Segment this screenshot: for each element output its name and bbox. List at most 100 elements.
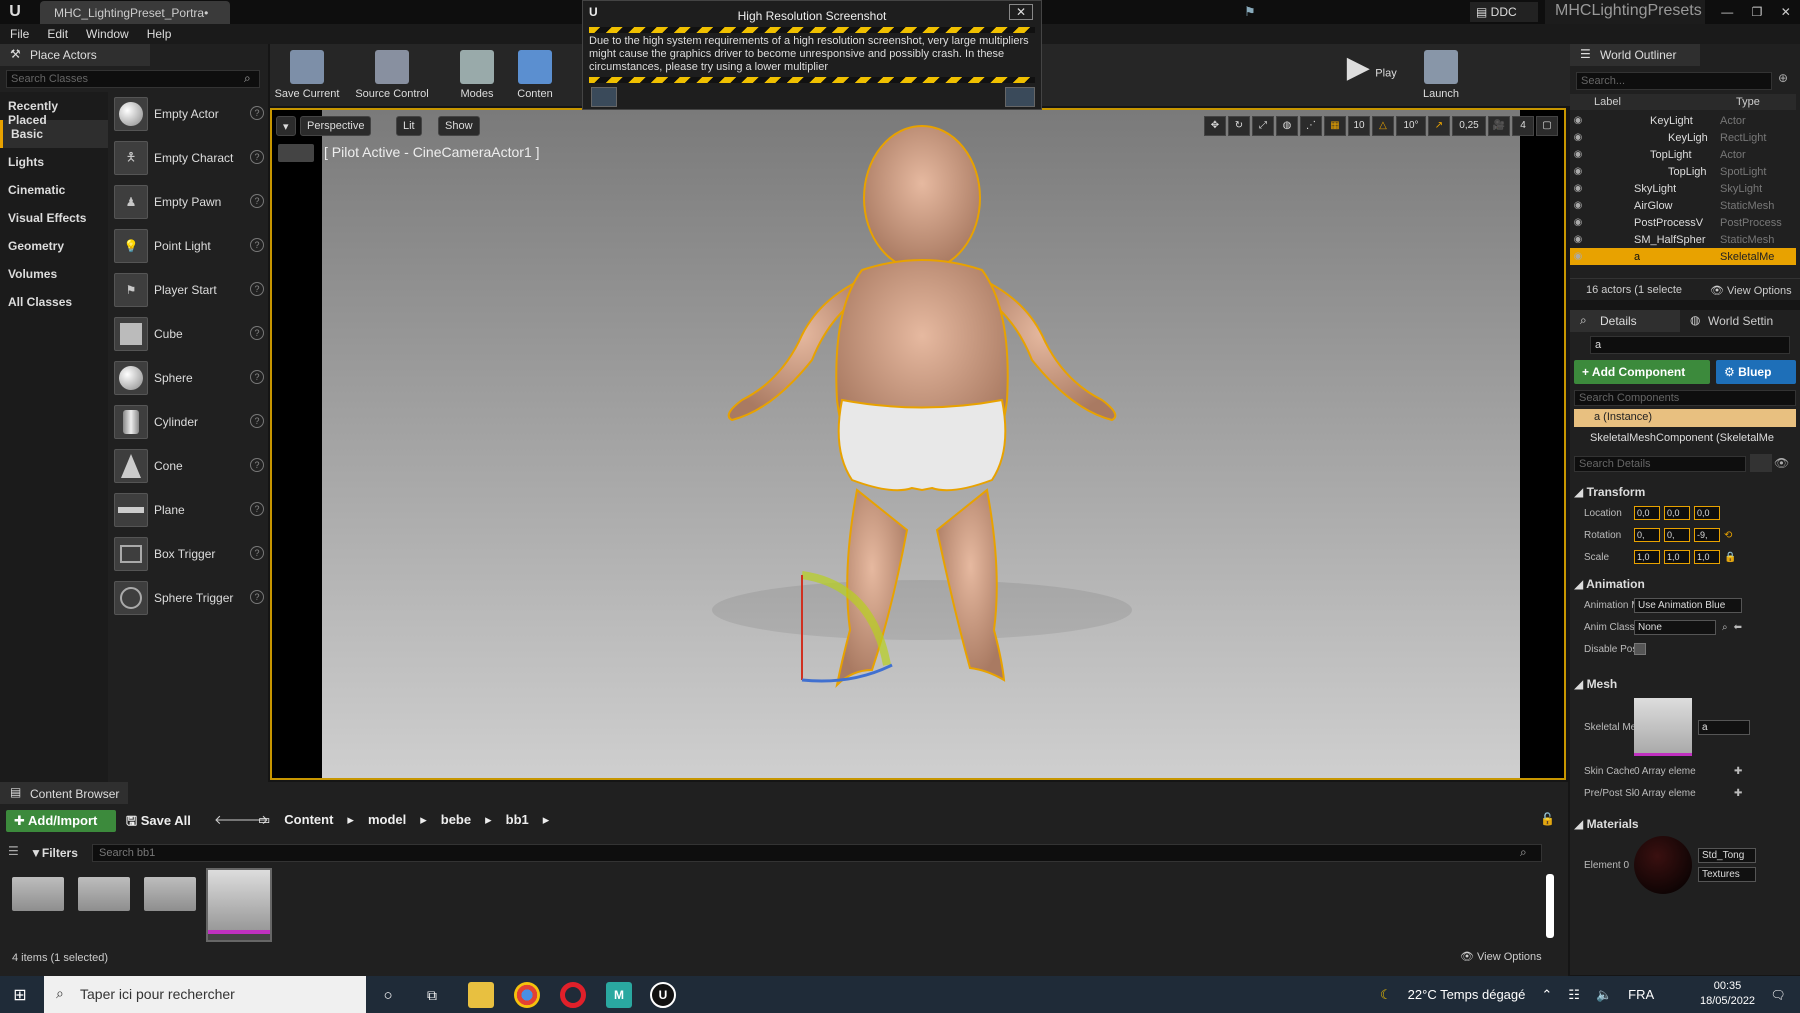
folder-item[interactable] xyxy=(144,877,196,911)
maximize-icon[interactable]: ❐ xyxy=(1752,5,1763,19)
chevron-right-icon[interactable]: ▸ xyxy=(485,812,492,828)
cortana-icon[interactable]: ○ xyxy=(378,985,398,1005)
taskbar-search[interactable]: ⌕ Taper ici pour rechercher xyxy=(44,976,366,1013)
content-scrollbar[interactable] xyxy=(1546,874,1554,938)
volume-icon[interactable]: 🔈 xyxy=(1596,987,1612,1003)
pilot-eject-icon[interactable] xyxy=(278,144,314,162)
help-icon[interactable]: ? xyxy=(250,590,264,604)
baby-character-mesh[interactable] xyxy=(692,110,1152,778)
location-x-input[interactable]: 0,0 xyxy=(1634,506,1660,520)
outliner-row[interactable]: ◉ TopLight Actor xyxy=(1570,146,1796,163)
actor-empty-pawn[interactable]: ♟ Empty Pawn? xyxy=(114,180,264,224)
rotation-label[interactable]: Rotation xyxy=(1570,530,1634,541)
outliner-row[interactable]: ◉ KeyLight Actor xyxy=(1570,112,1796,129)
content-button[interactable]: Conten xyxy=(510,48,560,104)
scale-snap-value[interactable]: 0,25 xyxy=(1452,116,1486,136)
add-import-button[interactable]: ✚ Add/Import xyxy=(6,810,116,832)
metahuman-app-icon[interactable]: M xyxy=(606,982,632,1008)
help-icon[interactable]: ? xyxy=(250,414,264,428)
rotation-gizmo[interactable] xyxy=(792,565,902,685)
outliner-row[interactable]: ◉ PostProcessV PostProcess xyxy=(1570,214,1796,231)
eye-icon[interactable]: ◉ xyxy=(1570,217,1586,228)
source-control-button[interactable]: Source Control xyxy=(350,48,434,104)
rotation-x-input[interactable]: 0, xyxy=(1634,528,1660,542)
scale-label[interactable]: Scale xyxy=(1570,552,1634,563)
actor-cone[interactable]: Cone? xyxy=(114,444,264,488)
windows-start-icon[interactable]: ⊞ xyxy=(10,985,30,1005)
rotation-y-input[interactable]: 0, xyxy=(1664,528,1690,542)
category-volumes[interactable]: Volumes xyxy=(0,260,108,288)
eye-icon[interactable]: ◉ xyxy=(1570,115,1586,126)
search-classes-input[interactable]: Search Classes xyxy=(6,70,260,88)
document-tab[interactable]: MHC_LightingPreset_Portra• xyxy=(40,1,230,24)
rotate-icon[interactable]: ↻ xyxy=(1228,116,1250,136)
actor-sphere[interactable]: Sphere? xyxy=(114,356,264,400)
breadcrumb-model[interactable]: model xyxy=(368,812,406,828)
scale-snap-icon[interactable]: ↗ xyxy=(1428,116,1450,136)
actor-empty-actor[interactable]: Empty Actor? xyxy=(114,92,264,136)
task-view-icon[interactable]: ⧉ xyxy=(422,985,442,1005)
place-actors-tab[interactable]: ⚒ Place Actors xyxy=(0,44,150,66)
help-icon[interactable]: ? xyxy=(250,238,264,252)
grid-snap-icon[interactable]: ▦ xyxy=(1324,116,1346,136)
rotation-snap-icon[interactable]: △ xyxy=(1372,116,1394,136)
chevron-right-icon[interactable]: ▸ xyxy=(420,812,427,828)
outliner-row[interactable]: ◉ AirGlow StaticMesh xyxy=(1570,197,1796,214)
scale-y-input[interactable]: 1,0 xyxy=(1664,550,1690,564)
breadcrumb-bb1[interactable]: bb1 xyxy=(506,812,529,828)
materials-section[interactable]: ◢ Materials xyxy=(1570,814,1796,834)
help-icon[interactable]: ? xyxy=(250,282,264,296)
eye-icon[interactable]: ◉ xyxy=(1570,200,1586,211)
search-details-input[interactable]: Search Details xyxy=(1574,456,1746,472)
perspective-button[interactable]: Perspective xyxy=(300,116,372,136)
actor-sphere-trigger[interactable]: Sphere Trigger? xyxy=(114,576,264,620)
world-settings-tab[interactable]: ◍ World Settin xyxy=(1682,310,1800,332)
clock[interactable]: 00:35 18/05/2022 xyxy=(1700,979,1755,1009)
surface-snap-icon[interactable]: ⋰ xyxy=(1300,116,1322,136)
disable-post-checkbox[interactable] xyxy=(1634,643,1646,655)
moon-weather-icon[interactable]: ☾ xyxy=(1380,987,1392,1003)
textures-dropdown[interactable]: Textures xyxy=(1698,867,1756,882)
transform-section[interactable]: ◢ Transform xyxy=(1570,482,1796,502)
scale-icon[interactable]: ⤢ xyxy=(1252,116,1274,136)
filters-button[interactable]: ▼Filters xyxy=(30,846,78,860)
animation-section[interactable]: ◢ Animation xyxy=(1570,574,1796,594)
language-indicator[interactable]: FRA xyxy=(1628,987,1654,1002)
outliner-row[interactable]: ◉ SM_HalfSpher StaticMesh xyxy=(1570,231,1796,248)
category-recently-placed[interactable]: Recently Placed xyxy=(0,92,108,127)
actor-name-input[interactable]: a xyxy=(1590,336,1790,354)
use-selected-icon[interactable]: ⬅ xyxy=(1734,622,1742,633)
capture-region-icon[interactable] xyxy=(591,87,617,107)
actor-empty-character[interactable]: 🯅 Empty Charact? xyxy=(114,136,264,180)
help-icon[interactable]: ? xyxy=(250,458,264,472)
folder-item[interactable] xyxy=(78,877,130,911)
location-z-input[interactable]: 0,0 xyxy=(1694,506,1720,520)
viewport-options-button[interactable]: ▾ xyxy=(276,116,296,136)
breadcrumb-content[interactable]: Content xyxy=(284,812,333,828)
help-icon[interactable]: ? xyxy=(250,194,264,208)
actor-cylinder[interactable]: Cylinder? xyxy=(114,400,264,444)
add-component-button[interactable]: + Add Component xyxy=(1574,360,1710,384)
unreal-taskbar-icon[interactable]: U xyxy=(650,982,676,1008)
actor-player-start[interactable]: ⚑ Player Start? xyxy=(114,268,264,312)
category-cinematic[interactable]: Cinematic xyxy=(0,176,108,204)
launch-button[interactable]: Launch xyxy=(1406,48,1476,104)
content-browser-tab[interactable]: ▤ Content Browser xyxy=(0,782,128,804)
material-dropdown[interactable]: Std_Tong xyxy=(1698,848,1756,863)
opera-icon[interactable] xyxy=(560,982,586,1008)
minimize-icon[interactable]: — xyxy=(1721,5,1733,19)
lock-icon[interactable]: 🔒 xyxy=(1724,552,1736,563)
camera-speed-icon[interactable]: 🎥 xyxy=(1488,116,1510,136)
add-filter-icon[interactable]: ⊕ xyxy=(1778,71,1788,85)
close-window-icon[interactable]: ✕ xyxy=(1781,5,1791,19)
outliner-view-options[interactable]: 👁 View Options xyxy=(1710,284,1792,297)
mesh-section[interactable]: ◢ Mesh xyxy=(1570,674,1796,694)
content-view-options[interactable]: 👁 View Options xyxy=(1460,950,1542,963)
reset-icon[interactable]: ⟲ xyxy=(1724,530,1732,541)
modes-button[interactable]: Modes xyxy=(442,48,512,104)
eye-icon[interactable]: ◉ xyxy=(1570,251,1586,262)
category-lights[interactable]: Lights xyxy=(0,148,108,176)
property-matrix-icon[interactable] xyxy=(1750,454,1772,472)
file-explorer-icon[interactable] xyxy=(468,982,494,1008)
save-current-button[interactable]: Save Current xyxy=(272,48,342,104)
